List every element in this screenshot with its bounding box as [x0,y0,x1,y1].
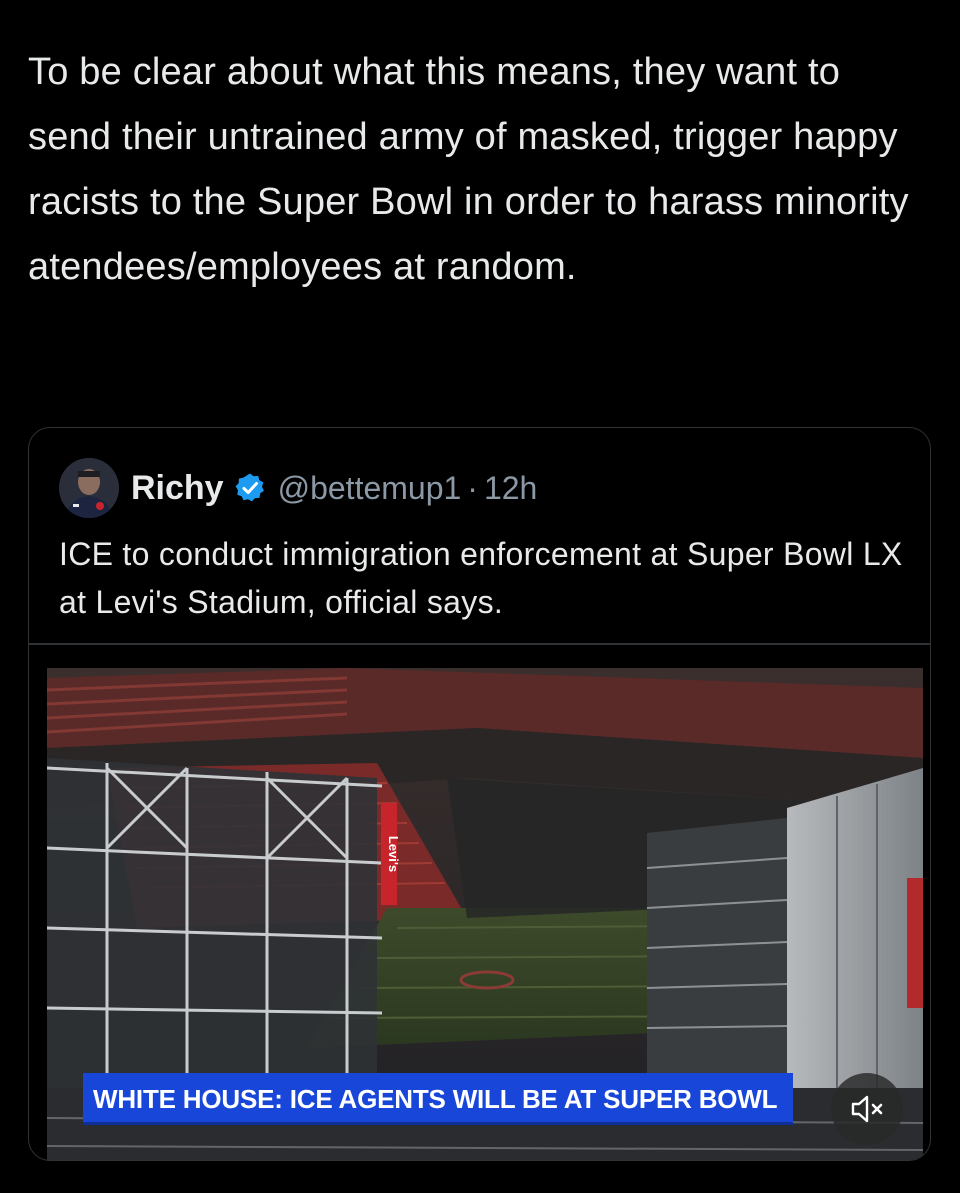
post-timestamp[interactable]: 12h [484,470,537,507]
quoted-post-header: Richy @bettemup1 · 12h [59,458,537,518]
mute-button[interactable] [831,1073,903,1145]
news-chyron: WHITE HOUSE: ICE AGENTS WILL BE AT SUPER… [83,1073,794,1125]
stadium-sign-text: Levi's [386,836,401,872]
video-thumbnail[interactable]: Levi's WHITE HOUSE: ICE AGENTS WILL BE A… [47,668,923,1160]
author-name[interactable]: Richy [131,469,224,508]
divider [29,643,930,645]
quoted-post-text: ICE to conduct immigration enforcement a… [59,536,903,620]
post-text: To be clear about what this means, they … [28,51,909,288]
speaker-muted-icon [851,1095,883,1123]
avatar[interactable] [59,458,119,518]
author-handle[interactable]: @bettemup1 [278,470,462,507]
separator-dot: · [467,469,478,506]
verified-badge-icon [234,472,266,504]
quoted-post-card[interactable]: Richy @bettemup1 · 12h ICE to conduct im… [28,427,931,1161]
